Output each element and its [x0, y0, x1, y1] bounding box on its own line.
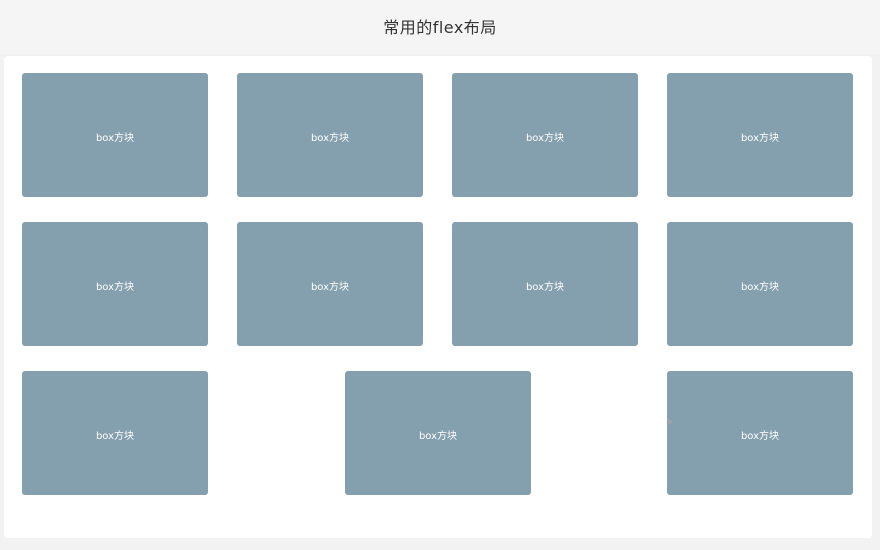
box-row3-3: box方块 — [667, 371, 853, 495]
box-row3-1: box方块 — [22, 371, 208, 495]
page-header: 常用的flex布局 — [0, 0, 880, 54]
box-label: box方块 — [310, 132, 350, 144]
page-title: 常用的flex布局 — [383, 17, 497, 37]
box-label: box方块 — [740, 132, 780, 144]
box-label: box方块 — [525, 281, 565, 293]
box-label: box方块 — [525, 132, 565, 144]
box-row1-3: box方块 — [452, 73, 638, 197]
box-label: box方块 — [95, 281, 135, 293]
box-row2-2: box方块 — [237, 222, 423, 346]
box-row2-3: box方块 — [452, 222, 638, 346]
box-label: box方块 — [740, 430, 780, 442]
box-label: box方块 — [310, 281, 350, 293]
box-row1-2: box方块 — [237, 73, 423, 197]
box-row2-4: box方块 — [667, 222, 853, 346]
box-row1-4: box方块 — [667, 73, 853, 197]
box-label: box方块 — [95, 132, 135, 144]
box-row1-1: box方块 — [22, 73, 208, 197]
box-row3-2: box方块 — [345, 371, 531, 495]
box-label: box方块 — [95, 430, 135, 442]
box-label: box方块 — [418, 430, 458, 442]
box-row2-1: box方块 — [22, 222, 208, 346]
box-label: box方块 — [740, 281, 780, 293]
